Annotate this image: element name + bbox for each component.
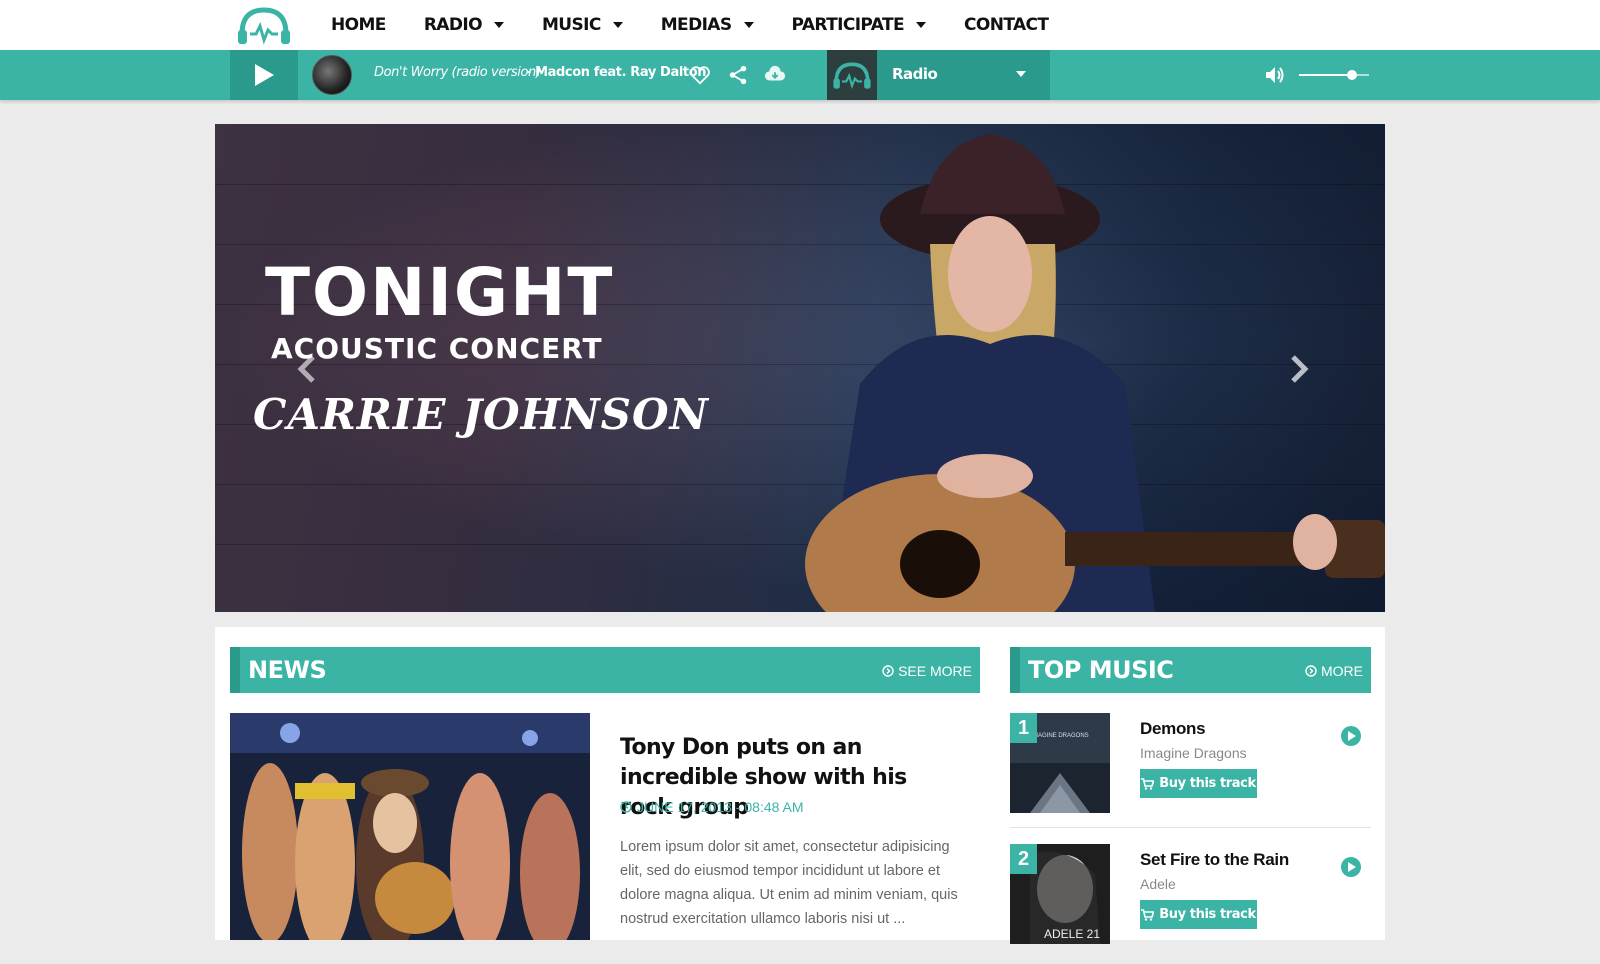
menu-label: RADIO: [423, 15, 483, 35]
hero-artist-name: CARRIE JOHNSON: [253, 390, 709, 439]
caret-down-icon: [1016, 71, 1026, 77]
share-icon[interactable]: [727, 64, 749, 86]
hero-slider: TONIGHT ACOUSTIC CONCERT CARRIE JOHNSON: [215, 124, 1385, 612]
hero-headline: TONIGHT: [265, 254, 615, 331]
play-button[interactable]: [230, 50, 298, 100]
top-music-item: ADELE 21 2 Set Fire to the Rain Adele Bu…: [1010, 844, 1371, 964]
list-divider: [1010, 827, 1371, 828]
menu-label: MUSIC: [541, 15, 601, 35]
audio-player-bar: Don't Worry (radio version) - Madcon fea…: [0, 50, 1600, 100]
rank-badge: 1: [1010, 713, 1037, 743]
menu-label: HOME: [331, 15, 386, 35]
caret-down-icon: [743, 22, 754, 28]
rank-badge: 2: [1010, 844, 1037, 874]
menu-item-radio[interactable]: RADIO: [424, 15, 504, 35]
news-article-date: JUNE 17, 2013 - 08:48 AM: [620, 799, 804, 815]
station-label: Radio: [892, 65, 938, 83]
volume-fill: [1299, 74, 1352, 76]
slider-next-arrow-icon[interactable]: [1285, 354, 1311, 384]
top-music-section-header: TOP MUSIC MORE: [1010, 647, 1371, 693]
section-title: TOP MUSIC: [1028, 656, 1174, 684]
menu-item-medias[interactable]: MEDIAS: [661, 15, 754, 35]
site-logo-icon[interactable]: [236, 4, 292, 46]
album-cover-text: ADELE 21: [1044, 927, 1100, 941]
menu-label: MEDIAS: [660, 15, 732, 35]
menu-label: CONTACT: [963, 15, 1049, 35]
clock-icon: [620, 801, 632, 813]
track-title[interactable]: Demons: [1140, 719, 1206, 739]
cart-icon: [1141, 908, 1155, 921]
menu-item-participate[interactable]: PARTICIPATE: [792, 15, 926, 35]
see-more-link[interactable]: SEE MORE: [882, 663, 972, 679]
track-title[interactable]: Set Fire to the Rain: [1140, 850, 1289, 870]
volume-icon[interactable]: [1264, 65, 1286, 85]
more-label: MORE: [1321, 663, 1363, 679]
slider-prev-arrow-icon[interactable]: [295, 354, 321, 384]
track-artist: Imagine Dragons: [1140, 745, 1247, 761]
date-text: JUNE 17, 2013 - 08:48 AM: [637, 799, 804, 815]
news-article-excerpt: Lorem ipsum dolor sit amet, consectetur …: [620, 839, 958, 927]
play-circle-icon[interactable]: [1340, 856, 1362, 878]
heart-icon[interactable]: [689, 64, 711, 86]
now-playing-title: Don't Worry (radio version): [374, 65, 541, 80]
top-music-item: IMAGINE DRAGONS 1 Demons Imagine Dragons…: [1010, 713, 1371, 833]
news-article-image[interactable]: [230, 713, 590, 940]
cloud-download-icon[interactable]: [764, 64, 786, 86]
see-more-label: SEE MORE: [898, 663, 972, 679]
buy-track-button[interactable]: Buy this track: [1140, 769, 1257, 798]
news-section-header: NEWS SEE MORE: [230, 647, 980, 693]
menu-item-home[interactable]: HOME: [331, 15, 386, 35]
now-playing-artist: - Madcon feat. Ray Dalton: [526, 65, 707, 80]
main-menu: HOME RADIO MUSIC MEDIAS PARTICIPATE CONT…: [331, 0, 1086, 50]
caret-down-icon: [493, 22, 504, 28]
caret-down-icon: [915, 22, 926, 28]
volume-knob[interactable]: [1346, 70, 1357, 80]
play-circle-icon[interactable]: [1340, 725, 1362, 747]
volume-slider[interactable]: [1299, 70, 1369, 80]
content-area: NEWS SEE MORE Tony Don puts on an incred…: [215, 627, 1385, 944]
track-artist: Adele: [1140, 876, 1176, 892]
top-navigation: HOME RADIO MUSIC MEDIAS PARTICIPATE CONT…: [0, 0, 1600, 50]
circle-arrow-icon: [1305, 665, 1317, 677]
album-cover-text: IMAGINE DRAGONS: [1031, 733, 1088, 739]
menu-item-music[interactable]: MUSIC: [542, 15, 623, 35]
circle-arrow-icon: [882, 665, 894, 677]
menu-label: PARTICIPATE: [791, 15, 905, 35]
buy-label: Buy this track: [1159, 907, 1256, 922]
caret-down-icon: [612, 22, 623, 28]
now-playing-thumbnail: [312, 55, 352, 95]
station-select[interactable]: Radio: [827, 50, 1050, 100]
section-title: NEWS: [248, 656, 327, 684]
cart-icon: [1141, 777, 1155, 790]
menu-item-contact[interactable]: CONTACT: [963, 15, 1049, 35]
station-logo-icon: [827, 50, 877, 100]
guitarist-image: [805, 134, 1385, 612]
play-icon: [255, 64, 274, 86]
buy-track-button[interactable]: Buy this track: [1140, 900, 1257, 929]
buy-label: Buy this track: [1159, 776, 1256, 791]
more-link[interactable]: MORE: [1305, 663, 1363, 679]
